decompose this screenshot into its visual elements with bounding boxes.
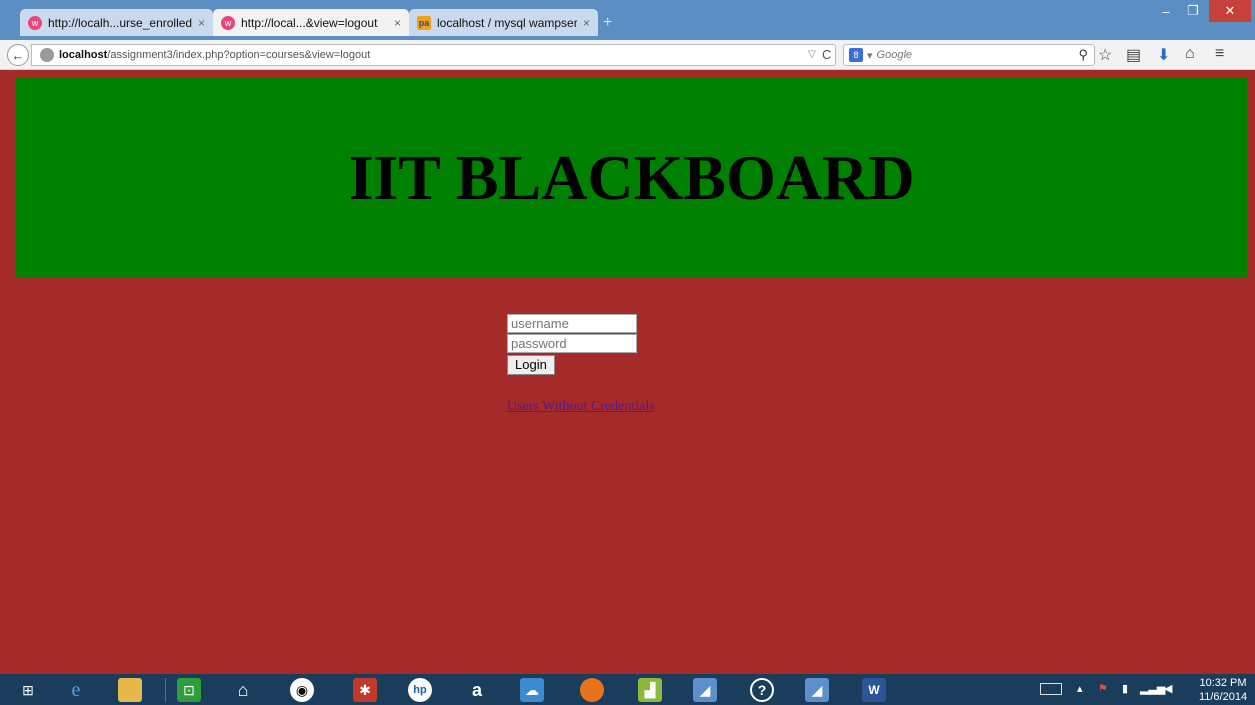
tab-phpmyadmin[interactable]: pa localhost / mysql wampser... × — [409, 9, 598, 36]
action-center-icon[interactable]: ⚑ — [1098, 682, 1108, 695]
page-content: IIT BLACKBOARD Login Users Without Crede… — [0, 71, 1255, 674]
page-title: IIT BLACKBOARD — [348, 141, 915, 213]
app-icon[interactable]: ◢ — [693, 678, 717, 702]
minimize-button[interactable]: – — [1153, 0, 1179, 22]
home-icon[interactable]: ⌂ — [1185, 45, 1195, 63]
help-icon[interactable]: ? — [750, 678, 774, 702]
back-button[interactable]: ← — [7, 44, 29, 66]
chart-app-icon[interactable]: ▟ — [638, 678, 662, 702]
home-icon[interactable]: ⌂ — [231, 678, 255, 702]
store-icon[interactable]: ⊡ — [177, 678, 201, 702]
battery-icon[interactable]: ▮ — [1122, 682, 1128, 695]
username-input[interactable] — [507, 314, 637, 333]
tab-close-icon[interactable]: × — [198, 16, 205, 30]
clock-time[interactable]: 10:32 PM — [1193, 677, 1253, 689]
site-header: IIT BLACKBOARD — [16, 78, 1247, 277]
search-engine-dropdown-icon[interactable]: ▾ — [867, 49, 873, 62]
tab-logout[interactable]: w http://local...&view=logout × — [213, 9, 409, 36]
back-arrow-icon: ← — [11, 47, 25, 63]
bookmarks-menu-icon[interactable]: ▤ — [1126, 45, 1141, 65]
menu-icon[interactable]: ≡ — [1215, 45, 1224, 63]
tab-label: http://localh...urse_enrolled — [48, 15, 192, 30]
close-window-button[interactable]: ✕ — [1209, 0, 1251, 22]
tab-close-icon[interactable]: × — [394, 16, 401, 30]
cloud-app-icon[interactable]: ☁ — [520, 678, 544, 702]
keyboard-icon[interactable] — [1040, 683, 1062, 695]
download-icon[interactable]: ⬇ — [1157, 45, 1170, 65]
windows-start-icon[interactable]: ⊞ — [16, 678, 40, 702]
show-hidden-icons-icon[interactable]: ▴ — [1077, 682, 1083, 695]
app-icon-2[interactable]: ◢ — [805, 678, 829, 702]
file-explorer-icon[interactable] — [118, 678, 142, 702]
amazon-icon[interactable]: a — [465, 678, 489, 702]
phpmyadmin-icon: pa — [417, 15, 431, 30]
google-plus-icon: 8 — [849, 48, 863, 62]
search-icon[interactable]: ⚲ — [1078, 47, 1088, 63]
url-dropdown-icon[interactable]: ▽ — [808, 49, 816, 60]
tab-label: http://local...&view=logout — [241, 15, 378, 30]
login-form: Login — [507, 314, 637, 375]
volume-icon[interactable]: ◀ — [1164, 682, 1172, 695]
url-path: /assignment3/index.php?option=courses&vi… — [107, 49, 371, 61]
password-input[interactable] — [507, 334, 637, 353]
camera-app-icon[interactable]: ◉ — [290, 678, 314, 702]
users-without-credentials-link[interactable]: Users Without Credentials — [507, 399, 655, 415]
new-tab-button[interactable]: + — [603, 14, 612, 32]
maximize-button[interactable]: ❐ — [1180, 0, 1206, 22]
word-icon[interactable]: W — [862, 678, 886, 702]
firefox-icon[interactable] — [580, 678, 604, 702]
tab-course-enrolled[interactable]: w http://localh...urse_enrolled × — [20, 9, 213, 36]
windows-taskbar: ⊞ e ⊡ ⌂ ◉ ✱ hp a ☁ ▟ ◢ ? ◢ W ▴ ⚑ ▮ ▂▃▅ ◀… — [0, 674, 1255, 705]
navigation-bar: ← localhost /assignment3/index.php?optio… — [0, 40, 1255, 70]
wamp-icon: w — [28, 15, 42, 30]
wamp-icon: w — [221, 15, 235, 30]
search-bar[interactable]: 8 ▾ Google ⚲ — [843, 44, 1095, 66]
url-bar[interactable]: localhost /assignment3/index.php?option=… — [31, 44, 836, 66]
tab-label: localhost / mysql wampser... — [437, 15, 577, 30]
globe-icon — [40, 48, 54, 62]
bookmark-star-icon[interactable]: ☆ — [1098, 45, 1112, 65]
search-placeholder: Google — [876, 49, 913, 61]
login-button[interactable]: Login — [507, 355, 555, 375]
hp-icon[interactable]: hp — [408, 678, 432, 702]
clock-date[interactable]: 11/6/2014 — [1193, 691, 1253, 703]
internet-explorer-icon[interactable]: e — [64, 678, 88, 702]
network-signal-icon[interactable]: ▂▃▅ — [1140, 682, 1165, 695]
url-host: localhost — [59, 49, 108, 61]
reload-icon[interactable]: C — [822, 47, 831, 62]
photos-app-icon[interactable]: ✱ — [353, 678, 377, 702]
browser-tab-bar: w http://localh...urse_enrolled × w http… — [0, 0, 1255, 40]
tab-close-icon[interactable]: × — [583, 16, 590, 30]
